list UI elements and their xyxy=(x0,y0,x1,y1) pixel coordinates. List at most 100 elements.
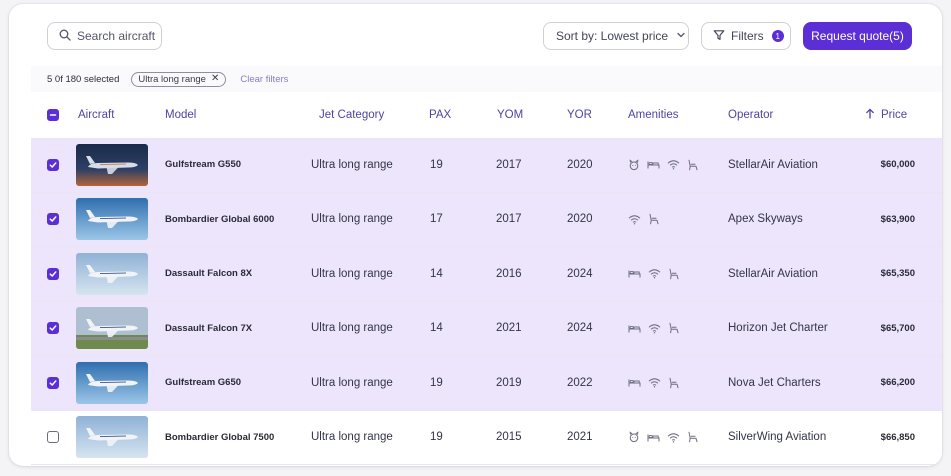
checkbox-indeterminate xyxy=(47,109,59,121)
row-select[interactable] xyxy=(47,356,59,410)
checkbox-checked[interactable] xyxy=(47,158,59,171)
table-row[interactable]: Dassault Falcon 7X Ultra long range 14 2021… xyxy=(31,301,942,356)
amenities-cell xyxy=(628,193,659,247)
operator-cell: Nova Jet Charters xyxy=(728,376,821,389)
model-cell: Gulfstream G650 xyxy=(165,377,242,389)
operator-cell: StellarAir Aviation xyxy=(728,158,818,171)
chevron-down-icon xyxy=(676,29,686,43)
seat-icon xyxy=(687,431,698,443)
aircraft-image xyxy=(76,193,148,247)
header-price[interactable]: Price xyxy=(865,93,907,137)
category-cell: Ultra long range xyxy=(311,213,393,226)
arrow-up-icon xyxy=(865,108,875,122)
header-operator[interactable]: Operator xyxy=(728,93,773,137)
header-yor[interactable]: YOR xyxy=(567,93,592,137)
yom-cell: 2017 xyxy=(496,158,522,171)
filter-chip[interactable]: Ultra long range ✕ xyxy=(131,71,227,87)
row-select[interactable] xyxy=(47,247,59,301)
category-cell: Ultra long range xyxy=(311,322,393,335)
header-yom[interactable]: YOM xyxy=(497,93,523,137)
results-card: Search aircraft Sort by: Lowest price Fi… xyxy=(9,4,942,466)
table-header: Aircraft Model Jet Category PAX YOM YOR … xyxy=(31,93,942,137)
aircraft-image xyxy=(76,302,148,356)
price-cell: $66,200 xyxy=(880,377,915,389)
table-row[interactable]: Bombardier Global 6000 Ultra long range 17… xyxy=(31,192,942,247)
search-icon xyxy=(59,29,71,44)
clear-filters-link[interactable]: Clear filters xyxy=(240,74,288,85)
seat-icon xyxy=(668,268,679,280)
toolbar: Search aircraft Sort by: Lowest price Fi… xyxy=(9,4,942,66)
row-select[interactable] xyxy=(47,411,59,465)
checkbox-checked[interactable] xyxy=(47,213,59,226)
filter-icon xyxy=(713,29,725,44)
model-cell: Dassault Falcon 7X xyxy=(165,322,253,334)
wifi-icon xyxy=(667,159,680,170)
table-row[interactable]: Gulfstream G650 Ultra long range 19 2019 202… xyxy=(31,356,942,411)
header-model[interactable]: Model xyxy=(165,93,196,137)
checkbox-checked[interactable] xyxy=(47,267,59,280)
price-cell: $63,900 xyxy=(880,213,915,225)
pax-cell: 17 xyxy=(430,213,443,226)
price-cell: $60,000 xyxy=(880,159,915,171)
table-row[interactable]: Gulfstream G550 Ultra long range 19 2017 202… xyxy=(31,138,942,193)
checkbox[interactable] xyxy=(47,431,59,444)
aircraft-image xyxy=(76,411,148,465)
operator-cell: SilverWing Aviation xyxy=(728,431,827,444)
amenities-cell xyxy=(628,247,679,301)
row-select[interactable] xyxy=(47,193,59,247)
header-aircraft[interactable]: Aircraft xyxy=(78,93,114,137)
checkbox-checked[interactable] xyxy=(47,376,59,389)
yom-cell: 2019 xyxy=(496,376,522,389)
bed-icon xyxy=(628,377,641,388)
aircraft-image xyxy=(76,138,148,192)
row-select[interactable] xyxy=(47,302,59,356)
filters-count-badge: 1 xyxy=(771,30,784,42)
selection-bar: 5 0f 180 selected Ultra long range ✕ Cle… xyxy=(31,66,942,92)
yor-cell: 2021 xyxy=(567,431,593,444)
close-icon[interactable]: ✕ xyxy=(211,74,219,84)
category-cell: Ultra long range xyxy=(311,376,393,389)
header-price-label: Price xyxy=(881,109,908,121)
pax-cell: 19 xyxy=(430,431,443,444)
sort-dropdown[interactable]: Sort by: Lowest price xyxy=(543,22,689,50)
pet-icon xyxy=(628,159,640,171)
model-cell: Gulfstream G550 xyxy=(165,159,242,171)
filters-button[interactable]: Filters 1 xyxy=(701,22,791,50)
filters-label: Filters xyxy=(731,29,764,43)
table-body: Gulfstream G550 Ultra long range 19 2017 202… xyxy=(31,138,942,465)
yor-cell: 2020 xyxy=(567,213,593,226)
yor-cell: 2024 xyxy=(567,267,593,280)
select-all-checkbox[interactable] xyxy=(47,93,59,137)
wifi-icon xyxy=(648,377,661,388)
seat-icon xyxy=(648,213,659,225)
request-quote-button[interactable]: Request quote(5) xyxy=(803,22,912,50)
model-cell: Bombardier Global 6000 xyxy=(165,213,275,225)
checkbox-checked[interactable] xyxy=(47,322,59,335)
pet-icon xyxy=(628,431,640,443)
aircraft-image xyxy=(76,247,148,301)
table-row[interactable]: Dassault Falcon 8X Ultra long range 14 2016… xyxy=(31,247,942,302)
category-cell: Ultra long range xyxy=(311,158,393,171)
yor-cell: 2022 xyxy=(567,376,593,389)
yor-cell: 2024 xyxy=(567,322,593,335)
price-cell: $66,850 xyxy=(880,431,915,443)
header-category[interactable]: Jet Category xyxy=(319,93,384,137)
amenities-cell xyxy=(628,138,698,192)
wifi-icon xyxy=(628,214,641,225)
yor-cell: 2020 xyxy=(567,158,593,171)
operator-cell: Horizon Jet Charter xyxy=(728,322,828,335)
header-pax[interactable]: PAX xyxy=(429,93,451,137)
aircraft-image xyxy=(76,356,148,410)
model-cell: Dassault Falcon 8X xyxy=(165,268,253,280)
yom-cell: 2021 xyxy=(496,322,522,335)
table-row[interactable]: Bombardier Global 7500 Ultra long range 19… xyxy=(31,410,942,465)
pax-cell: 14 xyxy=(430,322,443,335)
price-cell: $65,700 xyxy=(880,322,915,334)
search-input[interactable]: Search aircraft xyxy=(47,22,162,50)
wifi-icon xyxy=(648,323,661,334)
yom-cell: 2015 xyxy=(496,431,522,444)
header-amenities[interactable]: Amenities xyxy=(628,93,679,137)
operator-cell: Apex Skyways xyxy=(728,213,803,226)
row-select[interactable] xyxy=(47,138,59,192)
filter-chip-label: Ultra long range xyxy=(138,73,206,85)
